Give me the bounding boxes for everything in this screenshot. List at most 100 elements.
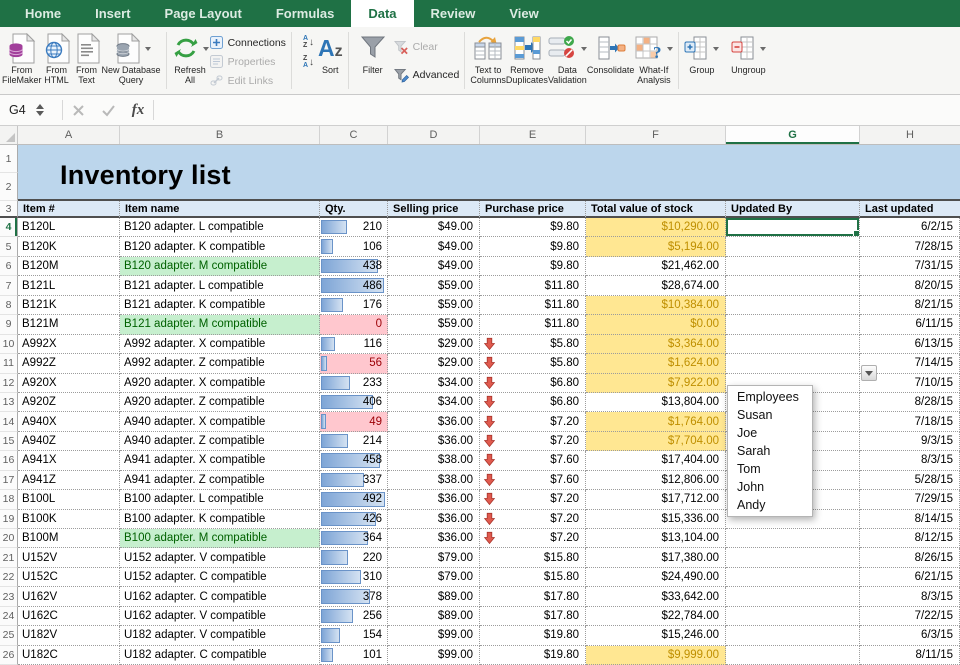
data-validation-button[interactable]: Data Validation	[548, 27, 587, 85]
cell-qty[interactable]: 256	[320, 607, 388, 626]
name-box[interactable]: G4	[0, 95, 62, 125]
tab-page-layout[interactable]: Page Layout	[148, 0, 259, 27]
cell-total-value[interactable]: $12,806.00	[586, 471, 726, 490]
cell-purchase-price[interactable]: $19.80	[480, 626, 586, 645]
cell-updated-by[interactable]	[726, 218, 860, 237]
select-all-corner[interactable]	[0, 126, 18, 144]
cell-selling-price[interactable]: $36.00	[388, 529, 480, 548]
tab-formulas[interactable]: Formulas	[259, 0, 352, 27]
cell-item-number[interactable]: B120L	[18, 218, 120, 237]
cell-item-name[interactable]: B100 adapter. L compatible	[120, 490, 320, 509]
row-number[interactable]: 4	[0, 218, 18, 237]
cell-item-number[interactable]: U162V	[18, 587, 120, 606]
cell-updated-by[interactable]	[726, 548, 860, 567]
cell-purchase-price[interactable]: $7.60	[480, 471, 586, 490]
cell-purchase-price[interactable]: $6.80	[480, 374, 586, 393]
cell-purchase-price[interactable]: $9.80	[480, 237, 586, 256]
cell-selling-price[interactable]: $49.00	[388, 257, 480, 276]
row-number[interactable]: 19	[0, 510, 18, 529]
cell-item-number[interactable]: B100K	[18, 510, 120, 529]
row-number[interactable]: 25	[0, 626, 18, 645]
consolidate-button[interactable]: Consolidate	[587, 27, 635, 75]
cell-last-updated[interactable]: 8/3/15	[860, 451, 960, 470]
dropdown-item[interactable]: Tom	[728, 460, 812, 478]
cell-qty[interactable]: 426	[320, 510, 388, 529]
row-number[interactable]: 3	[0, 201, 18, 218]
cell-selling-price[interactable]: $29.00	[388, 354, 480, 373]
cell-last-updated[interactable]: 8/28/15	[860, 393, 960, 412]
cell-total-value[interactable]: $0.00	[586, 315, 726, 334]
properties-button[interactable]: Properties	[209, 52, 286, 71]
cell-last-updated[interactable]: 7/31/15	[860, 257, 960, 276]
cell-total-value[interactable]: $13,804.00	[586, 393, 726, 412]
cell-total-value[interactable]: $3,364.00	[586, 335, 726, 354]
cell-updated-by[interactable]	[726, 587, 860, 606]
cell-item-name[interactable]: A940 adapter. Z compatible	[120, 432, 320, 451]
cell-total-value[interactable]: $28,674.00	[586, 276, 726, 295]
header-total-value[interactable]: Total value of stock	[586, 201, 726, 218]
cell-item-name[interactable]: U152 adapter. C compatible	[120, 568, 320, 587]
column-header-d[interactable]: D	[388, 126, 480, 144]
cell-qty[interactable]: 458	[320, 451, 388, 470]
cell-total-value[interactable]: $24,490.00	[586, 568, 726, 587]
cell-item-name[interactable]: A940 adapter. X compatible	[120, 412, 320, 431]
cell-qty[interactable]: 364	[320, 529, 388, 548]
cell-total-value[interactable]: $17,380.00	[586, 548, 726, 567]
cell-last-updated[interactable]: 8/3/15	[860, 587, 960, 606]
cell-updated-by[interactable]	[726, 626, 860, 645]
cell-selling-price[interactable]: $89.00	[388, 587, 480, 606]
cell-total-value[interactable]: $15,336.00	[586, 510, 726, 529]
cell-qty[interactable]: 233	[320, 374, 388, 393]
cell-item-name[interactable]: B121 adapter. K compatible	[120, 296, 320, 315]
cell-total-value[interactable]: $17,404.00	[586, 451, 726, 470]
cell-item-number[interactable]: A992Z	[18, 354, 120, 373]
cell-total-value[interactable]: $5,194.00	[586, 237, 726, 256]
dropdown-item[interactable]: Joe	[728, 424, 812, 442]
cell-item-number[interactable]: A941Z	[18, 471, 120, 490]
row-number[interactable]: 15	[0, 432, 18, 451]
cell-selling-price[interactable]: $89.00	[388, 607, 480, 626]
insert-function-button[interactable]: fx	[123, 95, 153, 125]
new-database-query-button[interactable]: New Database Query	[102, 27, 161, 85]
cell-selling-price[interactable]: $59.00	[388, 276, 480, 295]
dropdown-item[interactable]: Sarah	[728, 442, 812, 460]
dropdown-item[interactable]: John	[728, 478, 812, 496]
cell-updated-by[interactable]	[726, 276, 860, 295]
cell-item-name[interactable]: A992 adapter. X compatible	[120, 335, 320, 354]
row-number[interactable]: 14	[0, 412, 18, 431]
enter-button[interactable]	[93, 95, 123, 125]
row-number[interactable]: 16	[0, 451, 18, 470]
column-header-c[interactable]: C	[320, 126, 388, 144]
cell-updated-by[interactable]	[726, 237, 860, 256]
cell-item-name[interactable]: A920 adapter. Z compatible	[120, 393, 320, 412]
cell-selling-price[interactable]: $99.00	[388, 626, 480, 645]
row-number[interactable]: 24	[0, 607, 18, 626]
cell-purchase-price[interactable]: $7.60	[480, 451, 586, 470]
column-header-a[interactable]: A	[18, 126, 120, 144]
cell-selling-price[interactable]: $79.00	[388, 568, 480, 587]
cell-qty[interactable]: 56	[320, 354, 388, 373]
row-number[interactable]: 2	[0, 173, 18, 201]
cell-purchase-price[interactable]: $9.80	[480, 218, 586, 237]
header-qty[interactable]: Qty.	[320, 201, 388, 218]
row-number[interactable]: 1	[0, 145, 18, 173]
cell-qty[interactable]: 492	[320, 490, 388, 509]
ungroup-button[interactable]: Ungroup	[719, 27, 777, 75]
cell-item-number[interactable]: U162C	[18, 607, 120, 626]
cell-selling-price[interactable]: $99.00	[388, 646, 480, 665]
row-number[interactable]: 7	[0, 276, 18, 295]
from-filemaker-button[interactable]: From FileMaker	[2, 27, 42, 85]
cell-qty[interactable]: 0	[320, 315, 388, 334]
header-item-number[interactable]: Item #	[18, 201, 120, 218]
cell-last-updated[interactable]: 9/3/15	[860, 432, 960, 451]
row-number[interactable]: 9	[0, 315, 18, 334]
cell-updated-by[interactable]	[726, 607, 860, 626]
cell-last-updated[interactable]: 5/28/15	[860, 471, 960, 490]
cell-selling-price[interactable]: $79.00	[388, 548, 480, 567]
row-number[interactable]: 10	[0, 335, 18, 354]
cell-updated-by[interactable]	[726, 315, 860, 334]
cell-qty[interactable]: 337	[320, 471, 388, 490]
cell-purchase-price[interactable]: $11.80	[480, 276, 586, 295]
header-item-name[interactable]: Item name	[120, 201, 320, 218]
connections-button[interactable]: Connections	[209, 33, 286, 52]
